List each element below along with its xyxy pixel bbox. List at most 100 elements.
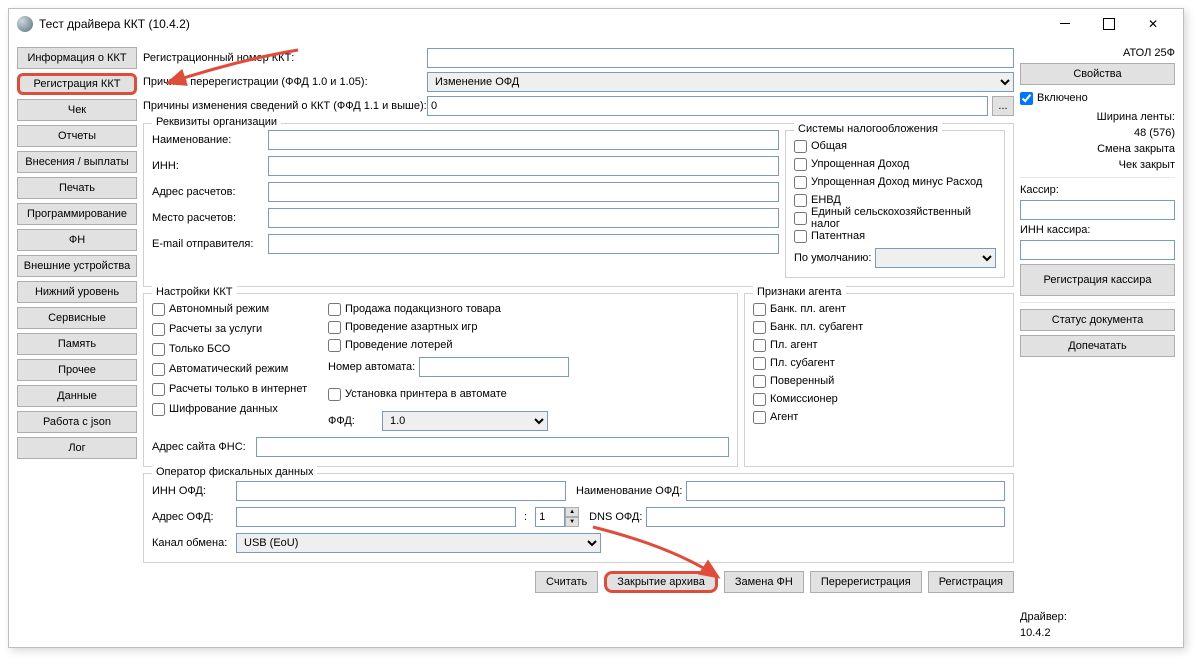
reg-button[interactable]: Регистрация xyxy=(928,571,1014,593)
app-icon xyxy=(17,16,33,32)
agent-label-4: Поверенный xyxy=(770,375,834,387)
maximize-button[interactable] xyxy=(1087,10,1131,38)
close-archive-button[interactable]: Закрытие архива xyxy=(604,571,718,593)
fns-label: Адрес сайта ФНС: xyxy=(152,441,252,453)
tax-label-0: Общая xyxy=(811,140,847,152)
sidebar-item-3[interactable]: Отчеты xyxy=(17,125,137,147)
agent-checkbox-2[interactable] xyxy=(753,339,766,352)
close-button[interactable] xyxy=(1131,10,1175,38)
org-name-input[interactable] xyxy=(268,130,779,150)
tax-label-4: Единый сельскохозяйственный налог xyxy=(811,206,996,230)
sidebar-item-15[interactable]: Лог xyxy=(17,437,137,459)
cashier-input[interactable] xyxy=(1020,200,1175,220)
cashier-inn-input[interactable] xyxy=(1020,240,1175,260)
kkt-c1-checkbox-0[interactable] xyxy=(152,303,165,316)
agent-checkbox-0[interactable] xyxy=(753,303,766,316)
ofd-dns-input[interactable] xyxy=(646,507,1005,527)
kkt-c1-checkbox-2[interactable] xyxy=(152,343,165,356)
ofd-dns-label: DNS ОФД: xyxy=(589,511,642,523)
agent-checkbox-5[interactable] xyxy=(753,393,766,406)
sidebar-item-5[interactable]: Печать xyxy=(17,177,137,199)
agent-checkbox-1[interactable] xyxy=(753,321,766,334)
sidebar-item-4[interactable]: Внесения / выплаты xyxy=(17,151,137,173)
sidebar-item-10[interactable]: Сервисные xyxy=(17,307,137,329)
kkt-c2-checkbox-1[interactable] xyxy=(328,321,341,334)
kkt-c1-label-5: Шифрование данных xyxy=(169,403,278,415)
agent-checkbox-6[interactable] xyxy=(753,411,766,424)
register-cashier-button[interactable]: Регистрация кассира xyxy=(1020,264,1175,296)
change-reasons-browse[interactable]: ... xyxy=(992,96,1014,116)
replace-fn-button[interactable]: Замена ФН xyxy=(724,571,804,593)
ofd-port-spinner[interactable]: ▲▼ xyxy=(535,507,579,527)
machine-input[interactable] xyxy=(419,357,569,377)
agent-checkbox-4[interactable] xyxy=(753,375,766,388)
properties-button[interactable]: Свойства xyxy=(1020,63,1175,85)
sidebar-item-6[interactable]: Программирование xyxy=(17,203,137,225)
agent-checkbox-3[interactable] xyxy=(753,357,766,370)
ofd-addr-input[interactable] xyxy=(236,507,516,527)
enabled-checkbox[interactable] xyxy=(1020,92,1033,105)
tax-fieldset: Системы налогообложения ОбщаяУпрощенная … xyxy=(785,130,1005,278)
tax-checkbox-5[interactable] xyxy=(794,230,807,243)
tax-label-3: ЕНВД xyxy=(811,194,841,206)
kkt-c1-checkbox-1[interactable] xyxy=(152,323,165,336)
doc-status-button[interactable]: Статус документа xyxy=(1020,309,1175,331)
agent-label-6: Агент xyxy=(770,411,798,423)
kkt-c1-checkbox-3[interactable] xyxy=(152,363,165,376)
sidebar-item-11[interactable]: Память xyxy=(17,333,137,355)
tax-checkbox-1[interactable] xyxy=(794,158,807,171)
org-addr-input[interactable] xyxy=(268,182,779,202)
sidebar-item-8[interactable]: Внешние устройства xyxy=(17,255,137,277)
ofd-name-input[interactable] xyxy=(686,481,1005,501)
check-status: Чек закрыт xyxy=(1020,159,1175,171)
reg-num-input[interactable] xyxy=(427,48,1014,68)
sidebar-item-2[interactable]: Чек xyxy=(17,99,137,121)
org-email-input[interactable] xyxy=(268,234,779,254)
org-name-label: Наименование: xyxy=(152,134,262,146)
sidebar-item-9[interactable]: Нижний уровень xyxy=(17,281,137,303)
ofd-inn-input[interactable] xyxy=(236,481,566,501)
driver-version: 10.4.2 xyxy=(1020,627,1175,639)
sidebar-item-7[interactable]: ФН xyxy=(17,229,137,251)
tax-checkbox-4[interactable] xyxy=(794,212,807,225)
minimize-button[interactable] xyxy=(1043,10,1087,38)
sidebar-item-13[interactable]: Данные xyxy=(17,385,137,407)
tape-width-label: Ширина ленты: xyxy=(1020,111,1175,123)
printer-in-machine-checkbox[interactable] xyxy=(328,388,341,401)
read-button[interactable]: Считать xyxy=(535,571,598,593)
ffd-select[interactable]: 1.0 xyxy=(382,411,548,431)
machine-label: Номер автомата: xyxy=(328,361,415,373)
fns-input[interactable] xyxy=(256,437,729,457)
kkt-c2-checkbox-2[interactable] xyxy=(328,339,341,352)
cashier-inn-label: ИНН кассира: xyxy=(1020,224,1175,236)
ofd-legend: Оператор фискальных данных xyxy=(152,466,317,478)
sidebar-item-0[interactable]: Информация о ККТ xyxy=(17,47,137,69)
kkt-c1-checkbox-5[interactable] xyxy=(152,403,165,416)
change-reasons-input[interactable] xyxy=(427,96,988,116)
rereg-button[interactable]: Перерегистрация xyxy=(810,571,922,593)
org-place-label: Место расчетов: xyxy=(152,212,262,224)
ofd-chan-select[interactable]: USB (EoU) xyxy=(236,533,601,553)
window-title: Тест драйвера ККТ (10.4.2) xyxy=(39,17,1043,31)
org-email-label: E-mail отправителя: xyxy=(152,238,262,250)
tax-legend: Системы налогообложения xyxy=(794,123,942,135)
org-place-input[interactable] xyxy=(268,208,779,228)
org-inn-input[interactable] xyxy=(268,156,779,176)
tax-checkbox-0[interactable] xyxy=(794,140,807,153)
right-pane: АТОЛ 25Ф Свойства Включено Ширина ленты:… xyxy=(1020,47,1175,639)
sidebar-item-1[interactable]: Регистрация ККТ xyxy=(17,73,137,95)
kkt-c1-checkbox-4[interactable] xyxy=(152,383,165,396)
ffd-label: ФФД: xyxy=(328,415,378,427)
org-fieldset: Реквизиты организации Наименование: ИНН:… xyxy=(143,123,1014,287)
sidebar-item-12[interactable]: Прочее xyxy=(17,359,137,381)
tax-checkbox-2[interactable] xyxy=(794,176,807,189)
kkt-c1-label-3: Автоматический режим xyxy=(169,363,288,375)
sidebar-item-14[interactable]: Работа с json xyxy=(17,411,137,433)
tax-checkbox-3[interactable] xyxy=(794,194,807,207)
reprint-button[interactable]: Допечатать xyxy=(1020,335,1175,357)
tax-default-select[interactable] xyxy=(875,248,996,268)
org-addr-label: Адрес расчетов: xyxy=(152,186,262,198)
rereg-reason-select[interactable]: Изменение ОФД xyxy=(427,72,1014,92)
ofd-fieldset: Оператор фискальных данных ИНН ОФД: Наим… xyxy=(143,473,1014,563)
kkt-c2-checkbox-0[interactable] xyxy=(328,303,341,316)
